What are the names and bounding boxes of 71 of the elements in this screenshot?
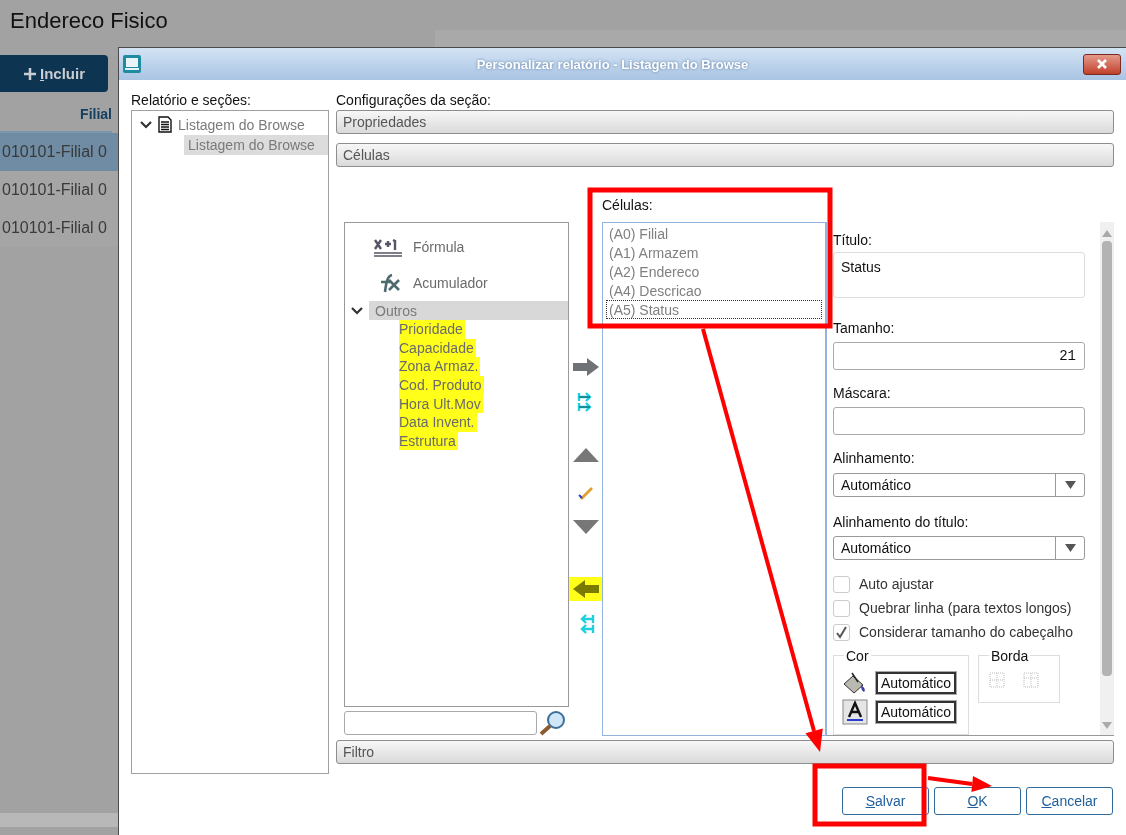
annotation-arrow xyxy=(927,776,992,792)
checkbox-label: Quebrar linha (para textos longos) xyxy=(859,600,1072,617)
tree-label: Relatório e seções: xyxy=(131,92,252,110)
checkbox[interactable] xyxy=(833,575,850,593)
field-item[interactable]: Fórmula xyxy=(413,239,465,255)
dialog-button[interactable]: OK xyxy=(934,787,1021,815)
dialog-button[interactable]: Cancelar xyxy=(1026,787,1113,815)
window-title: Personalizar relatório - Listagem do Browse xyxy=(475,56,750,72)
tree-item[interactable]: Listagem do Browse xyxy=(178,116,305,133)
page-title: Endereco Fisico xyxy=(9,7,169,35)
field-label: Máscara: xyxy=(833,385,892,403)
field-item[interactable]: Prioridade xyxy=(399,320,465,339)
field-label: Alinhamento do título: xyxy=(833,513,970,531)
section-label: Configurações da seção: xyxy=(336,92,492,110)
group-item[interactable]: Outros xyxy=(369,301,568,320)
section-bar[interactable]: Propriedades xyxy=(336,110,1114,134)
chevron-down-icon[interactable] xyxy=(351,306,363,315)
section-bar[interactable]: Células xyxy=(336,143,1114,167)
dropdown-arrow-icon xyxy=(1064,480,1076,489)
checkbox[interactable] xyxy=(833,599,850,617)
search-field[interactable] xyxy=(344,711,537,735)
field-label: Tamanho: xyxy=(833,319,896,338)
size-field[interactable]: 21 xyxy=(833,342,1085,371)
cells-label: Células: xyxy=(602,197,654,215)
formula-icon xyxy=(373,236,403,258)
document-icon xyxy=(158,116,172,133)
up-triangle-icon xyxy=(571,447,600,463)
cell-item[interactable]: (A4) Descricao xyxy=(606,281,822,300)
dialog-button[interactable]: Salvar xyxy=(842,787,929,815)
checkbox-label: Considerar tamanho do cabeçalho xyxy=(859,624,1074,641)
window-icon xyxy=(122,54,142,74)
mask-field[interactable] xyxy=(833,407,1085,436)
checkbox-label: Auto ajustar xyxy=(859,576,934,593)
field-label: Alinhamento: xyxy=(833,450,916,468)
cell-item[interactable]: (A1) Armazem xyxy=(606,243,822,262)
scrollbar[interactable] xyxy=(0,813,118,827)
left-arrow-icon xyxy=(571,579,600,599)
close-button[interactable] xyxy=(1083,53,1121,75)
plus-icon xyxy=(23,66,37,81)
close-icon xyxy=(1096,58,1108,70)
dropdown-arrow-icon xyxy=(1064,544,1076,552)
checkbox[interactable] xyxy=(833,623,850,641)
cell-item[interactable]: (A5) Status xyxy=(606,300,822,319)
background-color-value[interactable]: Automático xyxy=(876,672,957,695)
scroll-up-icon[interactable] xyxy=(1102,230,1112,237)
right-arrow-icon xyxy=(571,357,600,377)
border-grid-icon[interactable] xyxy=(989,672,1005,689)
scrollbar[interactable] xyxy=(1100,222,1114,735)
title-field[interactable]: Status xyxy=(833,252,1085,298)
add-button[interactable]: Incluir xyxy=(0,55,108,92)
scroll-down-icon[interactable] xyxy=(1102,722,1112,729)
cell-item[interactable]: (A2) Endereco xyxy=(606,262,822,281)
cell-item[interactable]: (A0) Filial xyxy=(606,224,822,243)
chevron-down-icon[interactable] xyxy=(140,120,152,129)
search-icon[interactable] xyxy=(539,710,567,736)
font-color-icon xyxy=(840,699,870,726)
move-button[interactable] xyxy=(568,577,603,601)
field-item[interactable]: Zona Armaz. xyxy=(399,357,481,376)
field-item[interactable]: Capacidade xyxy=(399,338,476,358)
tree-item[interactable]: Listagem do Browse xyxy=(184,135,328,155)
field-label: Título: xyxy=(833,232,873,250)
field-item[interactable]: Cod. Produto xyxy=(399,375,484,395)
font-color-value[interactable]: Automático xyxy=(876,701,957,724)
border-grid-icon[interactable] xyxy=(1023,672,1039,689)
down-triangle-icon xyxy=(571,519,600,535)
section-bar[interactable]: Filtro xyxy=(336,740,1114,764)
alignment-dropdown[interactable]: Automático xyxy=(833,472,1085,497)
table-cell[interactable]: 010101-Filial 0 xyxy=(0,133,118,171)
title-alignment-dropdown[interactable]: Automático xyxy=(833,535,1085,561)
field-item[interactable]: Hora Ult.Mov xyxy=(399,394,483,413)
field-item[interactable]: Acumulador xyxy=(413,275,488,291)
